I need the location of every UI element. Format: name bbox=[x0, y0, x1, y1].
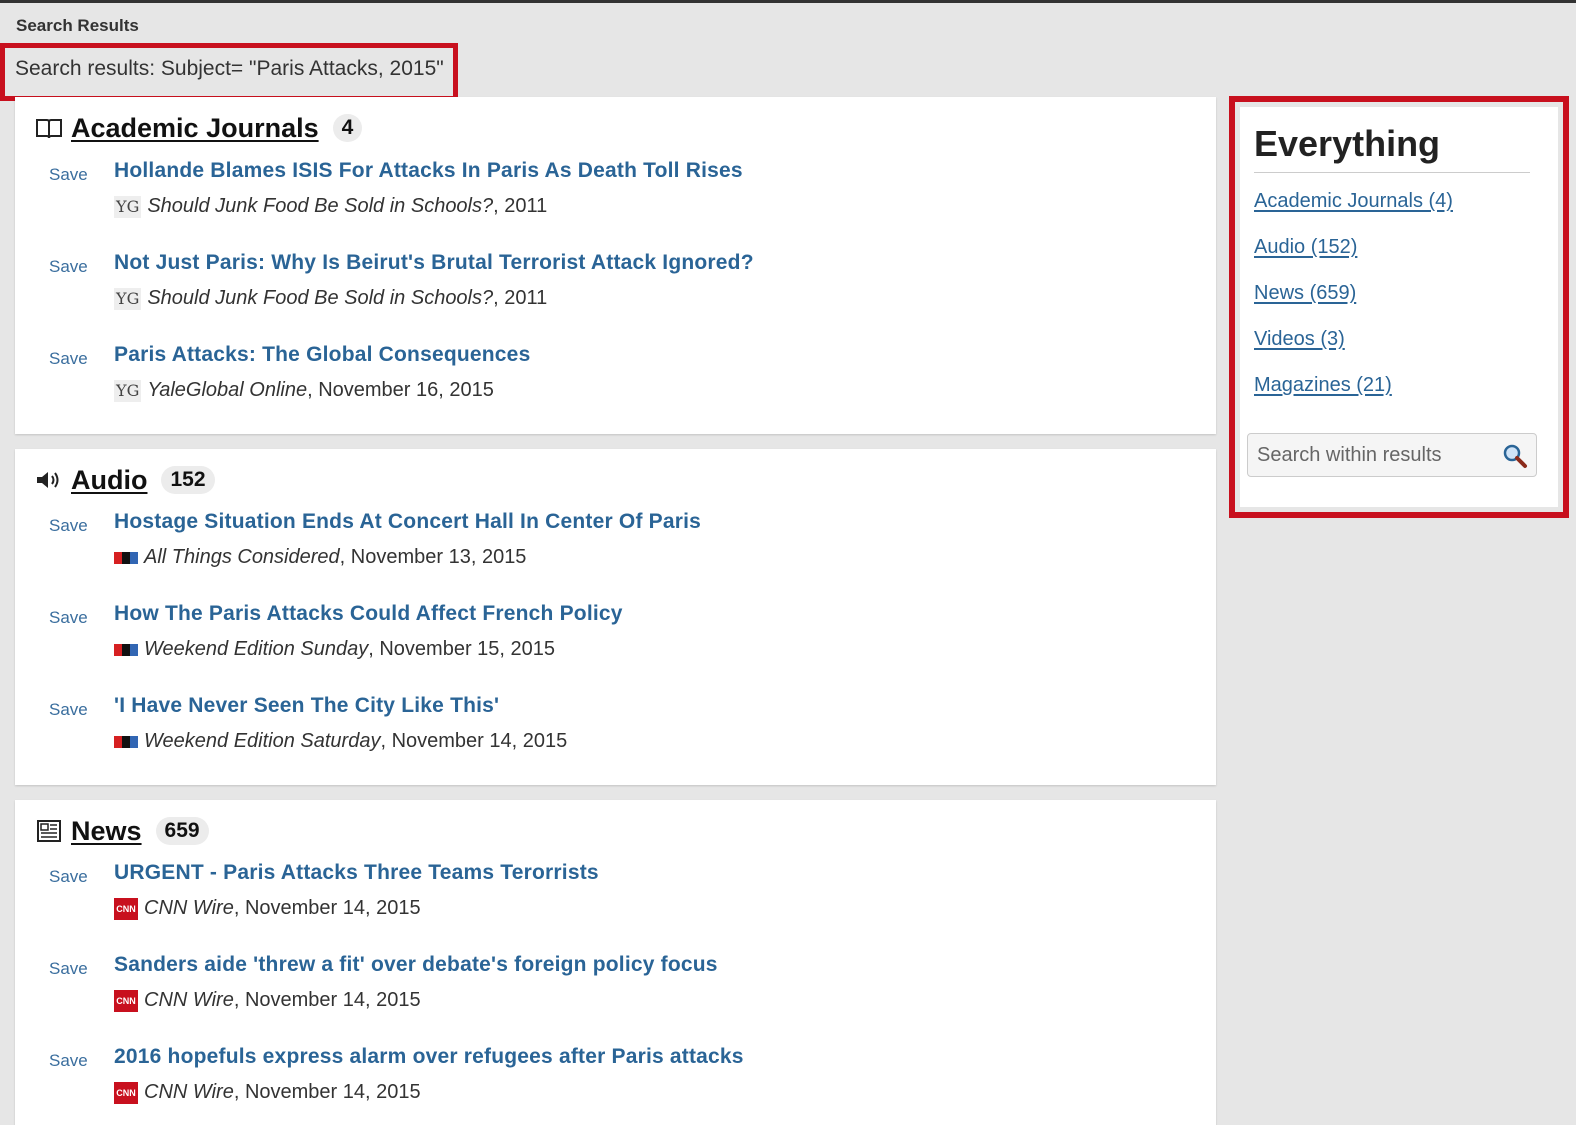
list-item: Save Paris Attacks: The Global Consequen… bbox=[15, 343, 1195, 435]
save-link[interactable]: Save bbox=[49, 349, 88, 369]
list-item: Save Not Just Paris: Why Is Beirut's Bru… bbox=[15, 251, 1195, 343]
result-title-link[interactable]: Hollande Blames ISIS For Attacks In Pari… bbox=[114, 159, 743, 183]
cnn-logo: CNN bbox=[114, 897, 138, 920]
section-audio: Audio 152 Save Hostage Situation Ends At… bbox=[15, 449, 1216, 785]
publication-date: , November 14, 2015 bbox=[380, 730, 568, 752]
publication-date: , November 15, 2015 bbox=[368, 638, 556, 660]
section-header: News 659 bbox=[35, 814, 209, 848]
filter-link-videos[interactable]: Videos (3) bbox=[1254, 328, 1345, 351]
save-link[interactable]: Save bbox=[49, 700, 88, 720]
filter-link-news[interactable]: News (659) bbox=[1254, 282, 1356, 305]
result-count-badge: 4 bbox=[332, 114, 363, 142]
result-title-link[interactable]: How The Paris Attacks Could Affect Frenc… bbox=[114, 602, 623, 626]
publication-name: Weekend Edition Sunday bbox=[144, 638, 369, 660]
save-link[interactable]: Save bbox=[49, 165, 88, 185]
publication-name: Should Junk Food Be Sold in Schools? bbox=[147, 287, 494, 309]
result-title-link[interactable]: 'I Have Never Seen The City Like This' bbox=[114, 694, 499, 718]
result-meta: YG Should Junk Food Be Sold in Schools? … bbox=[114, 195, 547, 218]
list-item: Save 2016 hopefuls express alarm over re… bbox=[15, 1045, 1195, 1125]
result-count-badge: 152 bbox=[161, 466, 215, 494]
cnn-logo: CNN bbox=[114, 989, 138, 1012]
section-academic-journals: Academic Journals 4 Save Hollande Blames… bbox=[15, 97, 1216, 434]
result-meta: YG Should Junk Food Be Sold in Schools? … bbox=[114, 287, 547, 310]
save-link[interactable]: Save bbox=[49, 516, 88, 536]
list-item: Save Hollande Blames ISIS For Attacks In… bbox=[15, 159, 1195, 251]
top-border bbox=[0, 0, 1576, 3]
save-link[interactable]: Save bbox=[49, 959, 88, 979]
publication-date: , 2011 bbox=[493, 195, 548, 217]
save-link[interactable]: Save bbox=[49, 867, 88, 887]
search-icon[interactable] bbox=[1502, 443, 1528, 469]
filter-panel-body: Everything Academic Journals (4) Audio (… bbox=[1240, 107, 1558, 507]
result-title-link[interactable]: 2016 hopefuls express alarm over refugee… bbox=[114, 1045, 744, 1069]
yg-logo: YG bbox=[114, 195, 142, 218]
search-query-summary: Search results: Subject= "Paris Attacks,… bbox=[0, 43, 458, 101]
publication-date: , November 14, 2015 bbox=[233, 989, 421, 1011]
content-type-filter-panel: Everything Academic Journals (4) Audio (… bbox=[1229, 96, 1569, 518]
filter-link-magazines[interactable]: Magazines (21) bbox=[1254, 374, 1392, 397]
search-within-box bbox=[1247, 433, 1537, 477]
result-meta: CNN CNN Wire , November 14, 2015 bbox=[114, 989, 421, 1012]
newspaper-icon bbox=[35, 817, 63, 845]
result-meta: Weekend Edition Saturday , November 14, … bbox=[114, 730, 567, 753]
section-title-link[interactable]: Academic Journals bbox=[71, 113, 319, 144]
npr-logo bbox=[114, 643, 138, 656]
yg-logo: YG bbox=[114, 287, 142, 310]
publication-date: , November 14, 2015 bbox=[233, 897, 421, 919]
filter-link-audio[interactable]: Audio (152) bbox=[1254, 236, 1357, 259]
cnn-logo: CNN bbox=[114, 1081, 138, 1104]
npr-logo bbox=[114, 551, 138, 564]
result-meta: YG YaleGlobal Online , November 16, 2015 bbox=[114, 379, 494, 402]
publication-date: , 2011 bbox=[493, 287, 548, 309]
result-meta: All Things Considered , November 13, 201… bbox=[114, 546, 526, 569]
list-item: Save Hostage Situation Ends At Concert H… bbox=[15, 510, 1195, 602]
publication-name: YaleGlobal Online bbox=[147, 379, 308, 401]
section-title-link[interactable]: Audio bbox=[71, 465, 147, 496]
list-item: Save How The Paris Attacks Could Affect … bbox=[15, 602, 1195, 694]
result-title-link[interactable]: Paris Attacks: The Global Consequences bbox=[114, 343, 530, 367]
result-meta: Weekend Edition Sunday , November 15, 20… bbox=[114, 638, 555, 661]
list-item: Save Sanders aide 'threw a fit' over deb… bbox=[15, 953, 1195, 1045]
result-title-link[interactable]: Sanders aide 'threw a fit' over debate's… bbox=[114, 953, 718, 977]
publication-name: CNN Wire bbox=[144, 989, 234, 1011]
publication-name: All Things Considered bbox=[144, 546, 340, 568]
save-link[interactable]: Save bbox=[49, 608, 88, 628]
page-label: Search Results bbox=[16, 16, 139, 35]
result-meta: CNN CNN Wire , November 14, 2015 bbox=[114, 897, 421, 920]
section-header: Audio 152 bbox=[35, 463, 215, 497]
result-title-link[interactable]: Hostage Situation Ends At Concert Hall I… bbox=[114, 510, 701, 534]
list-item: Save URGENT - Paris Attacks Three Teams … bbox=[15, 861, 1195, 953]
divider bbox=[1254, 172, 1530, 173]
section-title-link[interactable]: News bbox=[71, 816, 142, 847]
result-count-badge: 659 bbox=[155, 817, 209, 845]
save-link[interactable]: Save bbox=[49, 257, 88, 277]
book-icon bbox=[35, 114, 63, 142]
speaker-icon bbox=[35, 466, 63, 494]
save-link[interactable]: Save bbox=[49, 1051, 88, 1071]
section-news: News 659 Save URGENT - Paris Attacks Thr… bbox=[15, 800, 1216, 1125]
search-within-input[interactable] bbox=[1257, 443, 1497, 467]
publication-name: CNN Wire bbox=[144, 1081, 234, 1103]
result-title-link[interactable]: URGENT - Paris Attacks Three Teams Teror… bbox=[114, 861, 599, 885]
filter-link-academic-journals[interactable]: Academic Journals (4) bbox=[1254, 190, 1453, 213]
publication-date: , November 16, 2015 bbox=[307, 379, 494, 401]
npr-logo bbox=[114, 735, 138, 748]
result-meta: CNN CNN Wire , November 14, 2015 bbox=[114, 1081, 421, 1104]
filter-panel-title: Everything bbox=[1254, 123, 1441, 164]
publication-date: , November 13, 2015 bbox=[339, 546, 527, 568]
section-header: Academic Journals 4 bbox=[35, 111, 363, 145]
list-item: Save 'I Have Never Seen The City Like Th… bbox=[15, 694, 1195, 786]
publication-name: CNN Wire bbox=[144, 897, 234, 919]
publication-name: Should Junk Food Be Sold in Schools? bbox=[147, 195, 494, 217]
result-title-link[interactable]: Not Just Paris: Why Is Beirut's Brutal T… bbox=[114, 251, 754, 275]
publication-date: , November 14, 2015 bbox=[233, 1081, 421, 1103]
yg-logo: YG bbox=[114, 379, 142, 402]
publication-name: Weekend Edition Saturday bbox=[144, 730, 381, 752]
